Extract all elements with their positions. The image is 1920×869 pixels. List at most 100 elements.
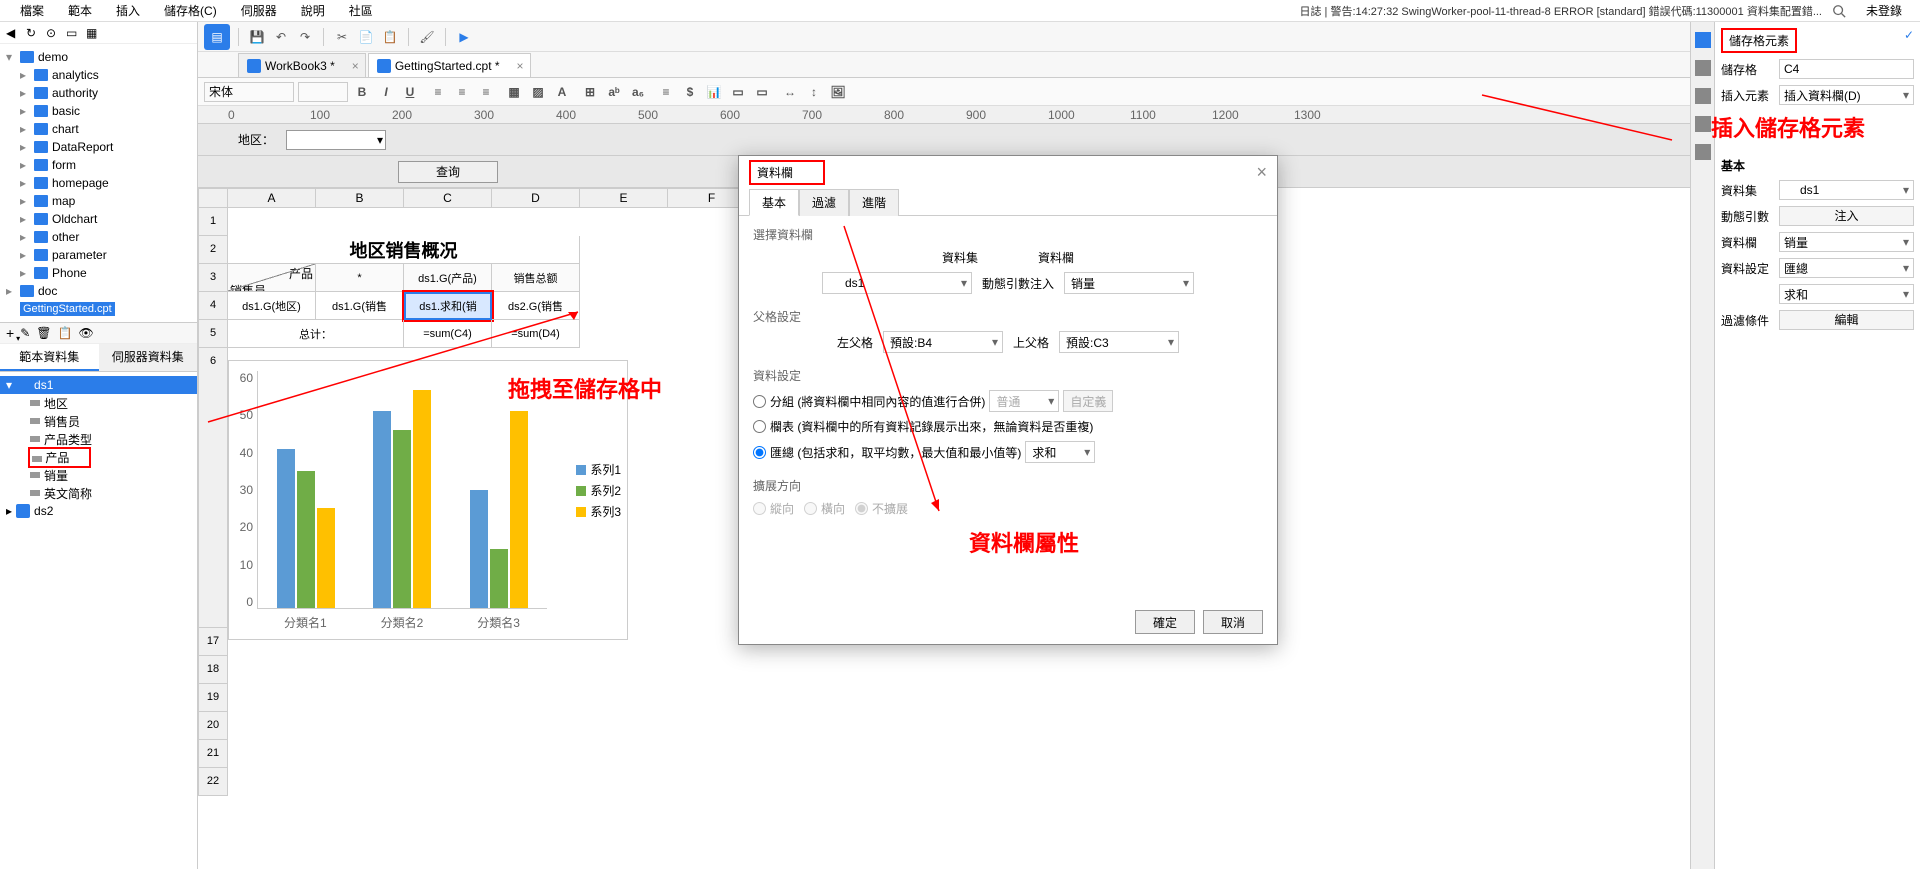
dtab-basic[interactable]: 基本 [749, 189, 799, 216]
bold-icon[interactable]: B [352, 82, 372, 102]
file-tab-gettingstarted[interactable]: GettingStarted.cpt *× [368, 53, 531, 77]
login-status[interactable]: 未登錄 [1856, 2, 1912, 19]
dtab-filter[interactable]: 過濾 [799, 189, 849, 216]
preview-icon[interactable]: ▶ [454, 27, 474, 47]
val-dataset[interactable]: ds1 [1779, 180, 1914, 200]
cell-d5[interactable]: =sum(D4) [492, 320, 580, 348]
row-17[interactable]: 17 [198, 628, 228, 656]
edit-dataset-icon[interactable]: ✎ [20, 326, 30, 340]
italic-icon[interactable]: I [376, 82, 396, 102]
cell-title[interactable]: 地区销售概况 [228, 236, 580, 264]
btn-filter-edit[interactable]: 編輯 [1779, 310, 1914, 330]
btn-dynamic-inject[interactable]: 注入 [1779, 206, 1914, 226]
cell-a4[interactable]: ds1.G(地区) [228, 292, 316, 320]
menu-help[interactable]: 說明 [289, 2, 337, 19]
sel-summary-mode[interactable]: 求和 [1025, 441, 1095, 463]
tree-chart[interactable]: ▸chart [0, 120, 197, 138]
tree-other[interactable]: ▸other [0, 228, 197, 246]
tree-authority[interactable]: ▸authority [0, 84, 197, 102]
tree-basic[interactable]: ▸basic [0, 102, 197, 120]
align-right-icon[interactable]: ≡ [476, 82, 496, 102]
merge-icon[interactable]: ⊞ [580, 82, 600, 102]
paste-icon[interactable]: 📋 [380, 27, 400, 47]
border-icon[interactable]: ▦ [504, 82, 524, 102]
menu-insert[interactable]: 插入 [104, 2, 152, 19]
search-icon[interactable] [1832, 4, 1846, 18]
dialog-close-icon[interactable]: × [1256, 162, 1267, 183]
query-button[interactable]: 查询 [398, 161, 498, 183]
ds-field-abbr[interactable]: 英文简称 [0, 484, 197, 502]
copy-dataset-icon[interactable]: 📋 [57, 326, 72, 340]
merge2-icon[interactable]: ▭ [752, 82, 772, 102]
font-size-select[interactable] [298, 82, 348, 102]
menu-template[interactable]: 範本 [56, 2, 104, 19]
dtab-advanced[interactable]: 進階 [849, 189, 899, 216]
bg-color-icon[interactable]: ▨ [528, 82, 548, 102]
col-b[interactable]: B [316, 188, 404, 208]
row-3[interactable]: 3 [198, 264, 228, 292]
redo-icon[interactable]: ↷ [295, 27, 315, 47]
row-2[interactable]: 2 [198, 236, 228, 264]
row-5[interactable]: 5 [198, 320, 228, 348]
val-cell[interactable]: C4 [1779, 59, 1914, 79]
format-painter-icon[interactable]: 🖌 [417, 27, 437, 47]
cell-a3[interactable]: 产品销售员 [228, 264, 316, 292]
copy-icon[interactable]: 📄 [356, 27, 376, 47]
cell-c5[interactable]: =sum(C4) [404, 320, 492, 348]
save-icon[interactable]: 💾 [247, 27, 267, 47]
close-icon[interactable]: × [517, 59, 524, 73]
file-tab-workbook3[interactable]: WorkBook3 *× [238, 53, 366, 77]
tree-parameter[interactable]: ▸parameter [0, 246, 197, 264]
nav-back-icon[interactable]: ◀ [6, 26, 20, 40]
expand-h-icon[interactable]: ↔ [780, 82, 800, 102]
row-20[interactable]: 20 [198, 712, 228, 740]
val-insert[interactable]: 插入資料欄(D) [1779, 85, 1914, 105]
confirm-icon[interactable]: ✓ [1904, 28, 1914, 42]
col-d[interactable]: D [492, 188, 580, 208]
refresh-icon[interactable]: ↻ [26, 26, 40, 40]
tree-map[interactable]: ▸map [0, 192, 197, 210]
row-4[interactable]: 4 [198, 292, 228, 320]
select-all-corner[interactable] [198, 188, 228, 208]
menu-server[interactable]: 伺服器 [229, 2, 289, 19]
tab-template-ds[interactable]: 範本資料集 [0, 344, 99, 371]
currency-icon[interactable]: $ [680, 82, 700, 102]
ds-field-region[interactable]: 地区 [0, 394, 197, 412]
val-sum[interactable]: 求和 [1779, 284, 1914, 304]
tree-datareport[interactable]: ▸DataReport [0, 138, 197, 156]
tree-oldchart[interactable]: ▸Oldchart [0, 210, 197, 228]
ds-field-sales[interactable]: 销量 [0, 466, 197, 484]
valign-icon[interactable]: ≡ [656, 82, 676, 102]
tab-server-ds[interactable]: 伺服器資料集 [99, 344, 198, 371]
ds-field-salesperson[interactable]: 销售员 [0, 412, 197, 430]
row-22[interactable]: 22 [198, 768, 228, 796]
align-left-icon[interactable]: ≡ [428, 82, 448, 102]
row-1[interactable]: 1 [198, 208, 228, 236]
sel-top-parent[interactable]: 預設:C3 [1059, 331, 1179, 353]
unmerge-icon[interactable]: ▭ [728, 82, 748, 102]
add-dataset-icon[interactable]: + [6, 325, 14, 341]
val-setting[interactable]: 匯總 [1779, 258, 1914, 278]
delete-dataset-icon[interactable]: 🗑 [36, 326, 51, 340]
underline-icon[interactable]: U [400, 82, 420, 102]
dialog-ok-button[interactable]: 確定 [1135, 610, 1195, 634]
vtab-cell-element-icon[interactable] [1695, 32, 1711, 48]
chart-icon[interactable]: 📊 [704, 82, 724, 102]
tree-analytics[interactable]: ▸analytics [0, 66, 197, 84]
undo-icon[interactable]: ↶ [271, 27, 291, 47]
menu-file[interactable]: 檔案 [8, 2, 56, 19]
cell-c4[interactable]: ds1.求和(销 [404, 292, 492, 320]
col-e[interactable]: E [580, 188, 668, 208]
ds-field-product[interactable]: 产品 [0, 448, 197, 466]
col-c[interactable]: C [404, 188, 492, 208]
cell-c3[interactable]: ds1.G(产品) [404, 264, 492, 292]
cell-d4[interactable]: ds2.G(销售 [492, 292, 580, 320]
tree-file-getting-started[interactable]: GettingStarted.cpt [0, 300, 197, 318]
tree-doc[interactable]: ▸doc [0, 282, 197, 300]
dialog-cancel-button[interactable]: 取消 [1203, 610, 1263, 634]
radio-summary[interactable] [753, 446, 766, 459]
row-19[interactable]: 19 [198, 684, 228, 712]
row-6-15[interactable]: 6 [198, 348, 228, 628]
collapse-icon[interactable]: ▭ [66, 26, 80, 40]
ds-field-product-type[interactable]: 产品类型 [0, 430, 197, 448]
